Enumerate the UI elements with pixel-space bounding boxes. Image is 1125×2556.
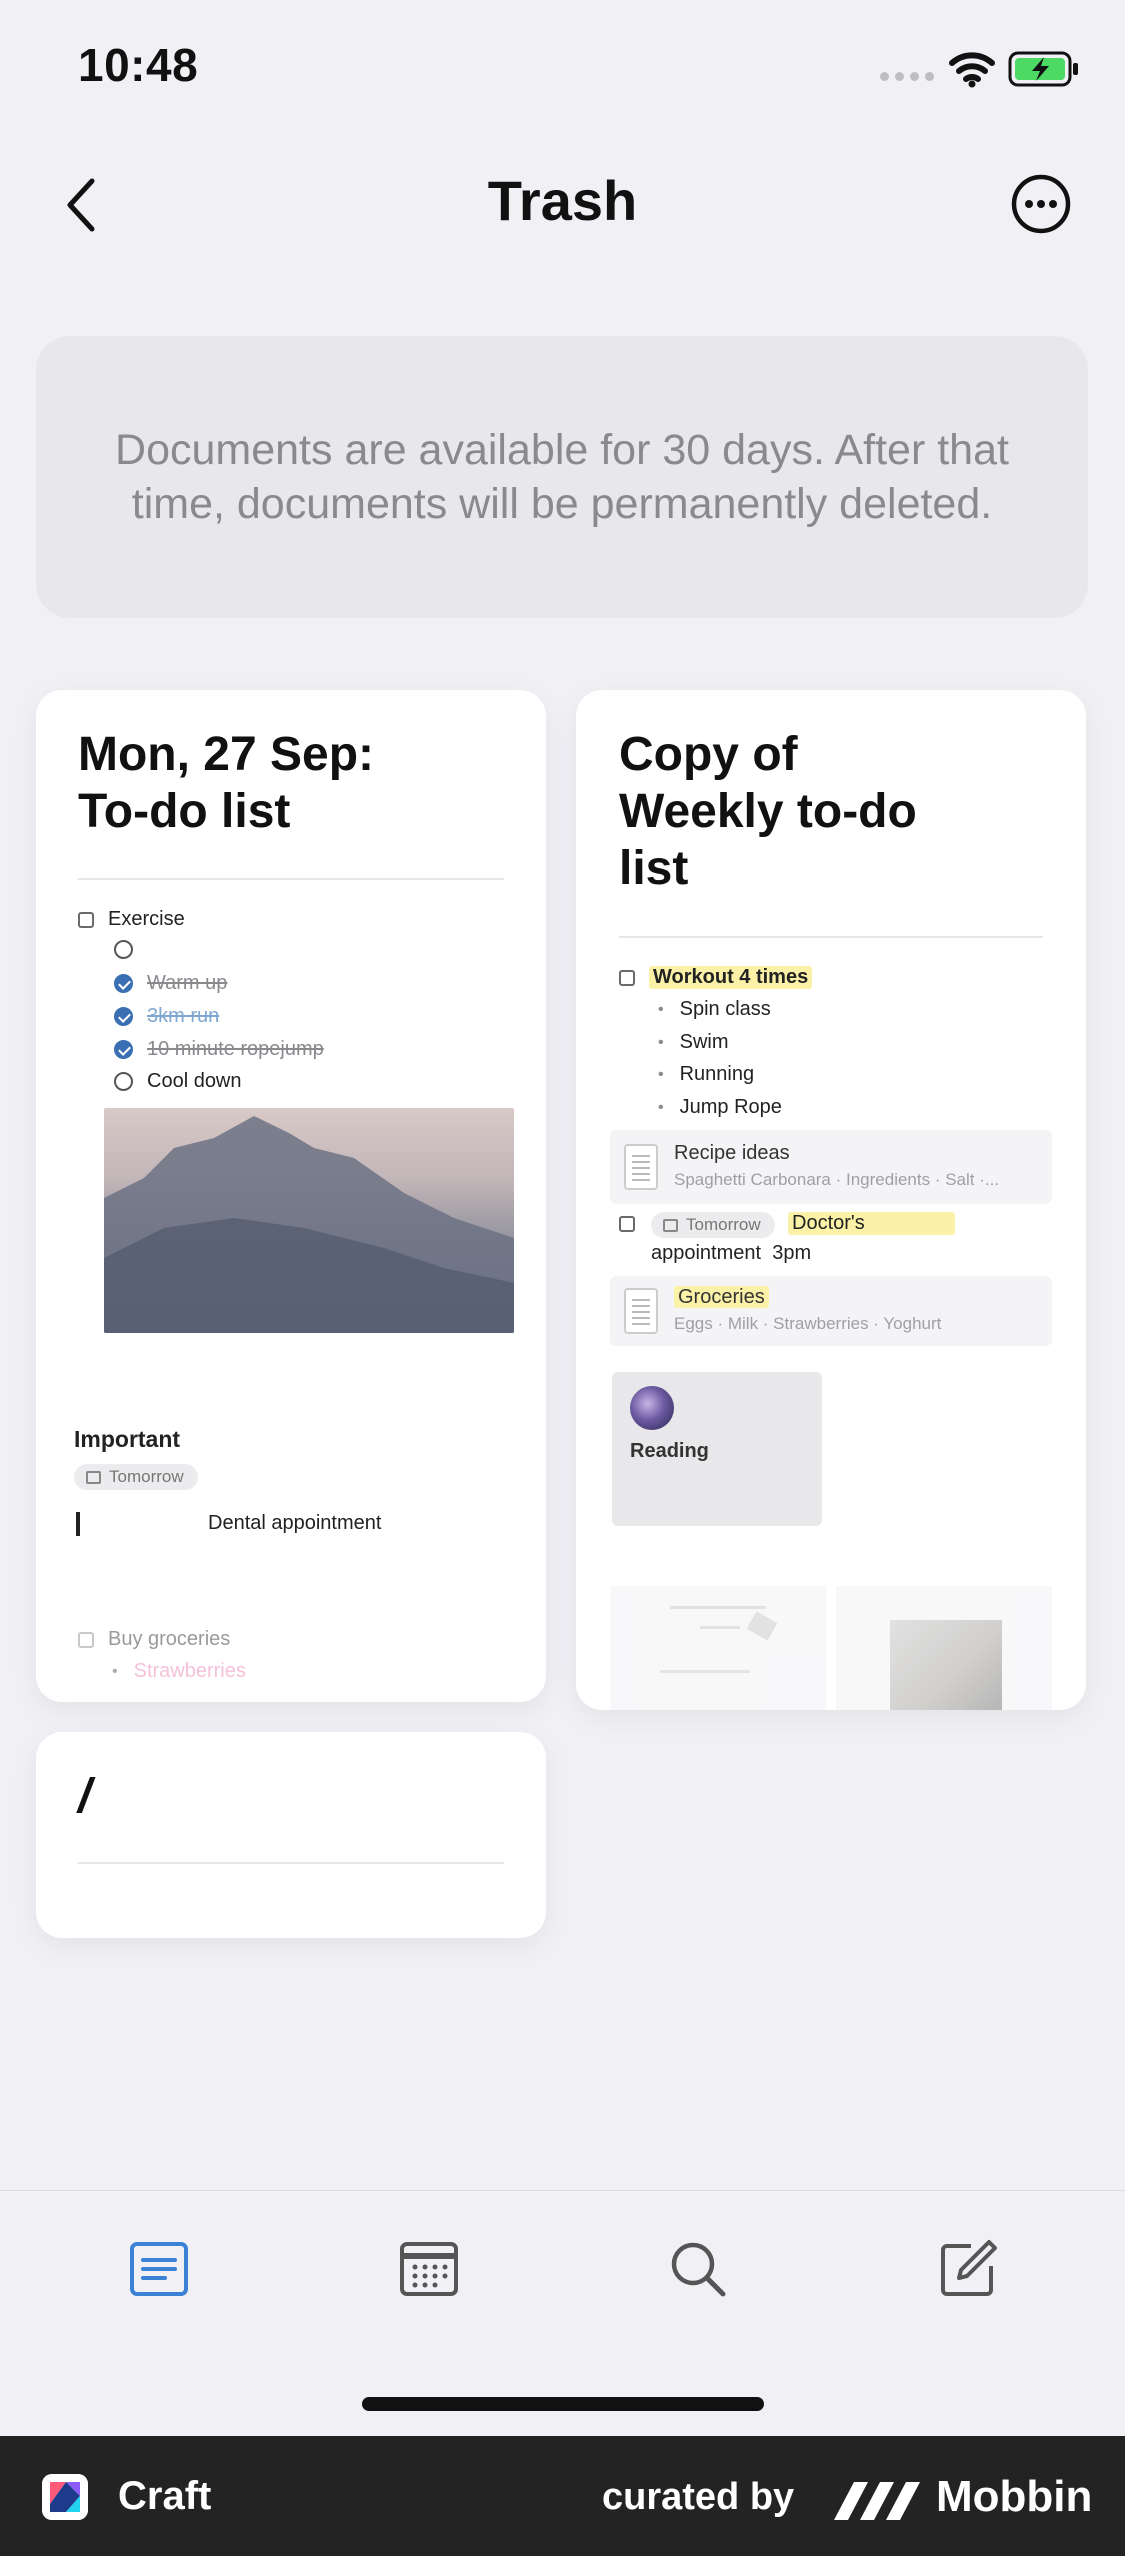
wifi-icon	[949, 52, 995, 88]
todo-label: Workout 4 times	[649, 966, 813, 989]
app-name: Craft	[118, 2474, 212, 2518]
document-card-weekly[interactable]: Copy of Weekly to-do list Workout 4 time…	[576, 690, 1086, 1710]
bullet-item: Jump Rope	[658, 1096, 782, 1119]
mobbin-logo-icon	[834, 2482, 920, 2520]
bullet-item: Running	[658, 1063, 755, 1086]
todo-label: Exercise	[108, 908, 185, 930]
mountain-image	[104, 1108, 514, 1333]
bullet-label: Strawberries	[133, 1660, 246, 1682]
calendar-icon	[86, 1470, 101, 1484]
bullet-strawberries: Strawberries	[112, 1660, 246, 1683]
appointment-text: appointment 3pm	[651, 1242, 811, 1265]
tab-new-document-icon[interactable]	[937, 2238, 999, 2300]
important-heading: Important	[74, 1426, 181, 1452]
todo-label: 3km run	[147, 1005, 220, 1027]
todo-run: 3km run	[114, 1005, 219, 1028]
bullet-label: Running	[679, 1063, 755, 1085]
tab-documents-icon[interactable]	[128, 2238, 190, 2300]
doctors-label: Doctor's	[788, 1212, 955, 1235]
tab-search-icon[interactable]	[667, 2238, 729, 2300]
tab-calendar-icon[interactable]	[398, 2238, 460, 2300]
reading-label: Reading	[630, 1440, 709, 1462]
card-title-line2: Weekly to-do	[619, 785, 917, 838]
card-title-line1: Copy of	[619, 728, 798, 781]
appointment-label: appointment	[651, 1242, 762, 1264]
bullet-item: Spin class	[658, 998, 771, 1021]
screenshot-thumbnail-2	[836, 1586, 1052, 1710]
screenshot-thumbnail-1	[610, 1586, 826, 1710]
todo-cool-down: Cool down	[114, 1070, 242, 1093]
document-card-todo[interactable]: Mon, 27 Sep: To-do list Exercise Warm up…	[36, 690, 546, 1702]
card-title-line1: Mon, 27 Sep:	[78, 728, 375, 781]
todo-label: Buy groceries	[108, 1628, 231, 1650]
retention-info-text: Documents are available for 30 days. Aft…	[115, 426, 1009, 528]
doc-link-subtitle: Eggs · Milk · Strawberries · Yoghurt	[674, 1314, 942, 1333]
document-icon	[624, 1144, 658, 1190]
mobbin-brand: Mobbin	[936, 2472, 1093, 2521]
cellular-signal-icon	[880, 72, 934, 81]
doc-link-subtitle: Spaghetti Carbonara · Ingredients · Salt…	[674, 1170, 1000, 1189]
document-card-untitled[interactable]: /	[36, 1732, 546, 1938]
document-icon	[624, 1288, 658, 1334]
chip-label: Tomorrow	[109, 1467, 184, 1486]
time-label: 3pm	[772, 1242, 812, 1264]
todo-workout: Workout 4 times	[619, 966, 813, 989]
card-title: /	[78, 1770, 92, 1823]
doc-link-groceries[interactable]: Groceries Eggs · Milk · Strawberries · Y…	[610, 1276, 1052, 1346]
todo-label: Cool down	[147, 1070, 242, 1092]
bullet-label: Jump Rope	[679, 1096, 782, 1118]
todo-ropejump: 10 minute ropejump	[114, 1038, 324, 1061]
doc-link-title: Recipe ideas	[674, 1142, 790, 1164]
status-time: 10:48	[78, 39, 199, 91]
retention-info-box: Documents are available for 30 days. Aft…	[36, 336, 1088, 618]
todo-buy-groceries: Buy groceries	[78, 1628, 230, 1651]
battery-charging-icon	[1008, 51, 1078, 87]
todo-label: 10 minute ropejump	[147, 1038, 324, 1060]
highlight-text: Doctor's	[788, 1212, 955, 1235]
home-indicator	[362, 2397, 764, 2411]
todo-empty	[114, 940, 147, 959]
todo-exercise: Exercise	[78, 908, 185, 931]
card-title-line3: list	[619, 842, 689, 895]
todo-doctors-appointment	[619, 1216, 649, 1232]
date-chip-tomorrow: Tomorrow	[651, 1212, 775, 1238]
galaxy-avatar	[630, 1386, 674, 1430]
more-options-icon[interactable]	[1010, 173, 1072, 235]
calendar-icon	[663, 1218, 678, 1232]
doc-link-title: Groceries	[674, 1286, 769, 1309]
text-cursor	[76, 1512, 80, 1536]
doc-link-recipe-ideas[interactable]: Recipe ideas Spaghetti Carbonara · Ingre…	[610, 1130, 1052, 1204]
date-chip-tomorrow: Tomorrow	[74, 1464, 198, 1490]
craft-logo-icon	[42, 2474, 88, 2520]
card-title-line2: To-do list	[78, 785, 291, 838]
highlight-text: Groceries	[674, 1286, 769, 1308]
bullet-label: Swim	[679, 1031, 729, 1053]
curated-by-text: curated by	[602, 2476, 795, 2518]
bullet-item: Swim	[658, 1031, 729, 1054]
bullet-label: Spin class	[679, 998, 771, 1020]
todo-label: Warm up	[147, 972, 228, 994]
todo-warm-up: Warm up	[114, 972, 227, 995]
dental-appointment: Dental appointment	[208, 1512, 382, 1534]
page-title: Trash	[487, 169, 638, 232]
reading-card[interactable]: Reading	[612, 1372, 822, 1526]
chip-label: Tomorrow	[686, 1215, 761, 1234]
